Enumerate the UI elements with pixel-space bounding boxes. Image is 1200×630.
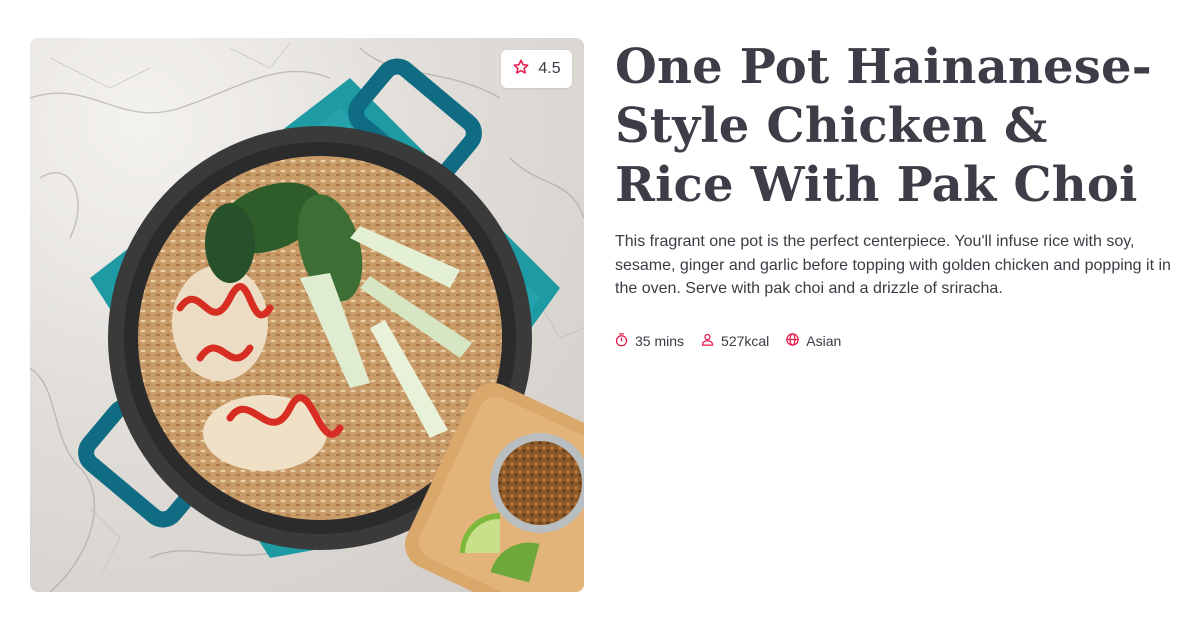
star-icon [512, 58, 530, 81]
meta-cuisine: Asian [785, 332, 841, 350]
meta-cuisine-label: Asian [806, 333, 842, 349]
recipe-description: This fragrant one pot is the perfect cen… [615, 233, 1171, 297]
meta-calories-label: 527kcal [721, 333, 770, 349]
rating-badge[interactable]: 4.5 [501, 50, 572, 88]
globe-icon [785, 332, 800, 350]
timer-icon [614, 332, 629, 350]
person-icon [700, 332, 715, 350]
recipe-meta: 35 mins 527kcal Asian [614, 332, 841, 350]
recipe-title: One Pot Hainanese-Style Chicken & Rice W… [615, 39, 1152, 213]
meta-calories: 527kcal [700, 332, 769, 350]
rating-value: 4.5 [538, 60, 561, 77]
recipe-photo [30, 38, 584, 592]
meta-time-label: 35 mins [635, 333, 685, 349]
meta-time: 35 mins [614, 332, 684, 350]
